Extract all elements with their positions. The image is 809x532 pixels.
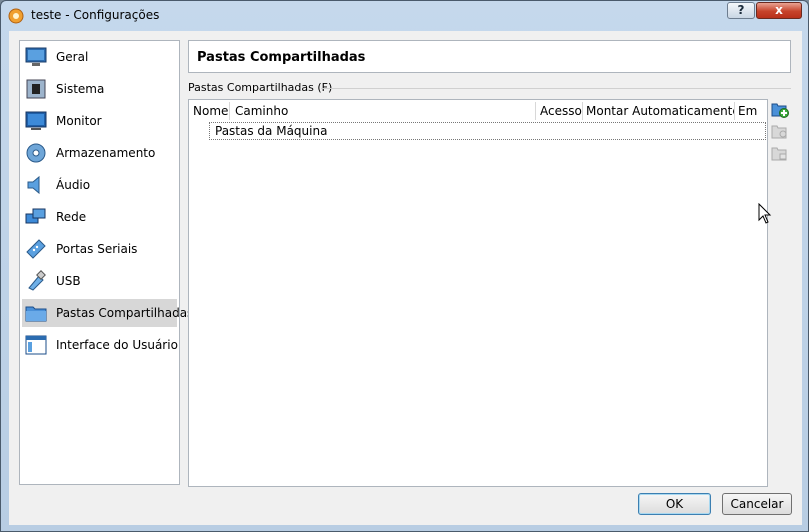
disk-icon — [26, 143, 46, 163]
general-monitor-icon — [25, 47, 47, 66]
column-header-montar-automaticamente[interactable]: Montar Automaticamente — [582, 100, 734, 122]
add-folder-icon[interactable] — [771, 101, 789, 119]
sidebar-item-label: Armazenamento — [56, 146, 156, 160]
group-divider — [321, 88, 791, 89]
sidebar-item-interface-do-usuario[interactable]: Interface do Usuário — [22, 331, 178, 359]
serial-port-icon — [26, 239, 46, 259]
sidebar-item-label: Áudio — [56, 178, 91, 192]
sidebar-item-geral[interactable]: Geral — [22, 43, 177, 71]
sidebar-item-label: Rede — [56, 210, 87, 224]
title-bar[interactable]: teste - Configurações ? x — [1, 1, 808, 31]
sidebar-item-label: Pastas Compartilhadas — [56, 306, 194, 320]
column-header-nome[interactable]: Nome — [189, 100, 229, 122]
sidebar-item-portas-seriais[interactable]: Portas Seriais — [22, 235, 177, 263]
column-header-caminho[interactable]: Caminho — [231, 100, 535, 122]
sidebar-item-monitor[interactable]: Monitor — [22, 107, 177, 135]
sidebar-item-label: Monitor — [56, 114, 102, 128]
sidebar-item-label: Sistema — [56, 82, 105, 96]
shared-folders-table[interactable]: Nome Caminho Acesso Montar Automaticamen… — [188, 99, 768, 487]
settings-window: teste - Configurações ? x Geral Sistema … — [0, 0, 809, 532]
virtualbox-icon — [8, 8, 24, 24]
speaker-icon — [27, 175, 40, 195]
sidebar-item-label: USB — [56, 274, 81, 288]
sidebar-item-audio[interactable]: Áudio — [22, 171, 177, 199]
page-title: Pastas Compartilhadas — [197, 50, 366, 65]
chip-icon — [26, 79, 46, 99]
row-label: Pastas da Máquina — [215, 124, 328, 138]
cancel-button[interactable]: Cancelar — [722, 493, 792, 515]
page-header: Pastas Compartilhadas — [188, 40, 791, 73]
group-label: Pastas Compartilhadas (F) — [188, 81, 333, 94]
close-button[interactable]: x — [756, 2, 802, 19]
sidebar-item-label: Geral — [56, 50, 89, 64]
mouse-cursor-icon — [758, 203, 772, 224]
sidebar-item-label: Interface do Usuário — [56, 338, 178, 352]
network-icon — [25, 208, 46, 224]
ok-button[interactable]: OK — [638, 493, 711, 515]
display-icon — [25, 111, 47, 130]
usb-icon — [28, 270, 46, 291]
help-button[interactable]: ? — [727, 2, 755, 19]
remove-folder-icon[interactable] — [771, 145, 789, 163]
sidebar-item-sistema[interactable]: Sistema — [22, 75, 177, 103]
sidebar-item-label: Portas Seriais — [56, 242, 138, 256]
sidebar-item-usb[interactable]: USB — [22, 267, 177, 295]
dialog-body: Geral Sistema Monitor Armazenamento Áudi… — [9, 31, 802, 525]
ui-window-icon — [25, 335, 47, 355]
folder-icon — [25, 306, 47, 322]
column-header-em[interactable]: Em — [734, 100, 767, 122]
window-title: teste - Configurações — [31, 8, 160, 22]
table-row[interactable]: Pastas da Máquina — [209, 122, 766, 140]
sidebar-item-armazenamento[interactable]: Armazenamento — [22, 139, 177, 167]
column-header-acesso[interactable]: Acesso — [536, 100, 582, 122]
sidebar-item-rede[interactable]: Rede — [22, 203, 177, 231]
edit-folder-icon[interactable] — [771, 123, 789, 141]
settings-sidebar: Geral Sistema Monitor Armazenamento Áudi… — [19, 40, 193, 485]
sidebar-item-pastas-compartilhadas[interactable]: Pastas Compartilhadas — [22, 299, 193, 327]
column-divider[interactable] — [229, 102, 230, 120]
